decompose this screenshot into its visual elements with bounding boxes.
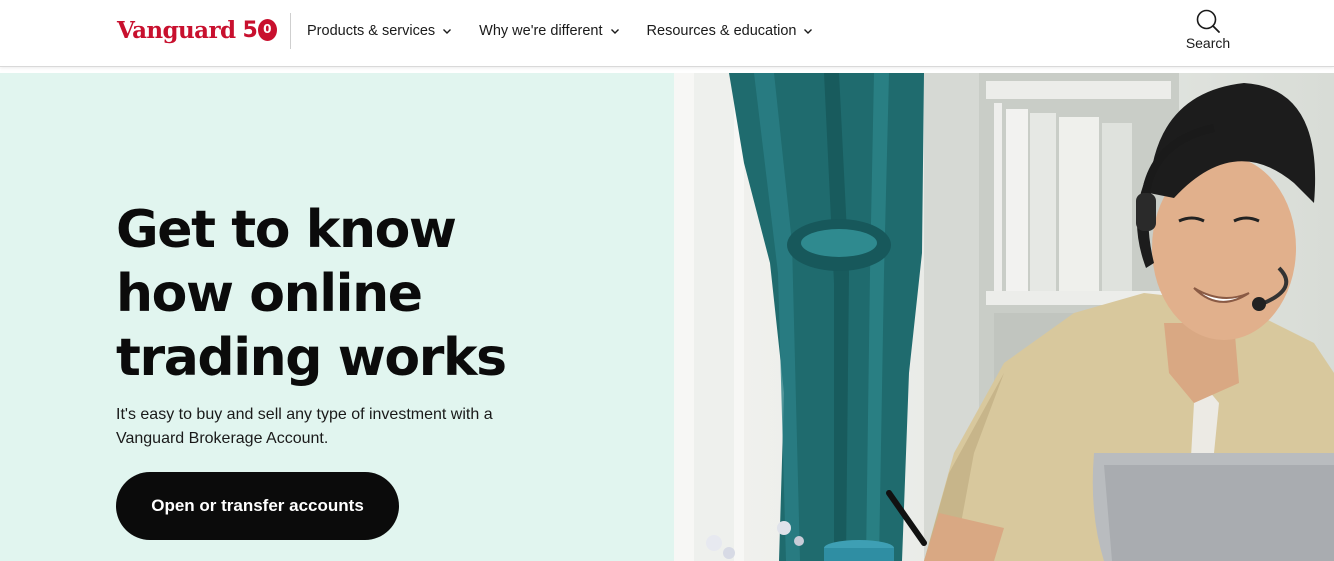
hero-subtitle-line: Vanguard Brokerage Account. [116,430,329,447]
nav-item-products-services[interactable]: Products & services [307,23,453,39]
hero-subtitle-line: It's easy to buy and sell any type of in… [116,406,493,423]
logo-50-zero: 0 [257,19,277,41]
hero-image [674,73,1334,561]
nav-item-label: Resources & education [646,23,797,39]
hero-illustration [674,73,1334,561]
site-header: Vanguard 5 0 Products & services Why we'… [0,0,1334,67]
nav-item-label: Why we're different [479,23,603,39]
nav-item-resources-education[interactable]: Resources & education [647,23,815,39]
open-transfer-accounts-button[interactable]: Open or transfer accounts [116,472,399,540]
hero-title-line: Get to know [116,200,457,260]
header-divider [290,13,291,49]
logo-50-zero-glyph: 0 [263,22,272,36]
vanguard-logo[interactable]: Vanguard 5 0 [117,15,277,45]
search-icon [1196,9,1220,33]
primary-nav: Products & services Why we're different … [307,0,840,62]
hero-subtitle: It's easy to buy and sell any type of in… [116,403,556,451]
chevron-down-icon [443,29,452,34]
hero-title-line: how online [116,264,423,324]
chevron-down-icon [610,29,619,34]
search-button[interactable]: Search [1180,8,1236,56]
logo-50-five: 5 [242,17,257,43]
hero-title: Get to know how online trading works [116,198,586,390]
hero-title-line: trading works [116,328,507,388]
search-label: Search [1185,35,1231,51]
nav-item-why-different[interactable]: Why we're different [479,23,620,39]
chevron-down-icon [804,29,813,34]
logo-wordmark: Vanguard [117,16,236,44]
nav-item-label: Products & services [307,23,436,39]
logo-50-badge: 5 0 [242,17,277,43]
